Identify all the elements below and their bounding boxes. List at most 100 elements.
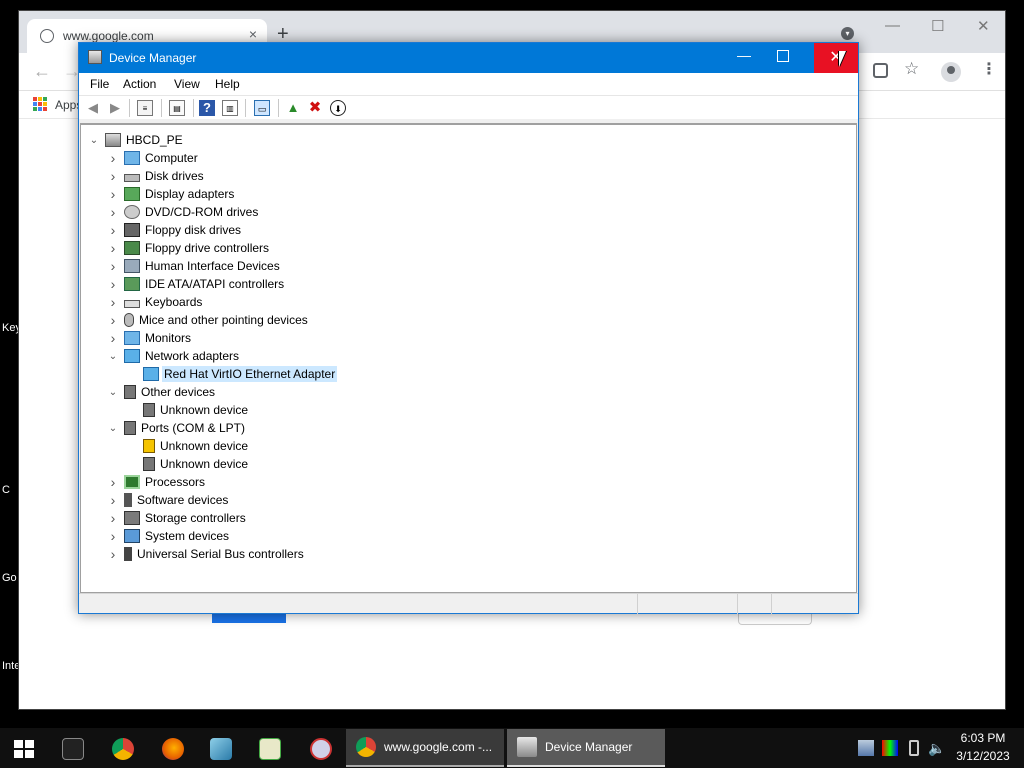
chevron-down-icon[interactable]: ⌄ [106, 387, 120, 398]
port-icon [143, 457, 155, 471]
explorer-icon[interactable] [210, 738, 232, 760]
network-adapter-icon [124, 349, 140, 363]
chevron-right-icon[interactable]: › [106, 510, 120, 526]
tree-item[interactable]: › Keyboards [106, 293, 203, 311]
tree-item[interactable]: › Human Interface Devices [106, 257, 280, 275]
apps-grid-icon[interactable] [33, 97, 47, 111]
chevron-right-icon[interactable]: › [106, 222, 120, 238]
chevron-down-icon[interactable]: ⌄ [87, 135, 101, 146]
properties-list-icon[interactable]: ≡ [137, 100, 153, 116]
update-driver-icon[interactable]: ▲ [285, 100, 301, 116]
taskbar: www.google.com -... Device Manager 🔈 6:0… [0, 728, 1024, 768]
tree-item[interactable]: › Floppy drive controllers [106, 239, 269, 257]
display-adapter-icon [124, 187, 140, 201]
chevron-right-icon[interactable]: › [106, 312, 120, 328]
chevron-right-icon[interactable]: › [106, 528, 120, 544]
taskbar-device-manager-button[interactable]: Device Manager [507, 729, 665, 767]
back-icon[interactable]: ◀ [85, 100, 101, 116]
tree-item[interactable]: Unknown device [125, 455, 248, 473]
tree-item[interactable]: › Monitors [106, 329, 191, 347]
desktop-icon-label: C [2, 484, 10, 496]
chevron-right-icon[interactable]: › [106, 546, 120, 562]
minimize-button[interactable]: — [731, 47, 757, 69]
chevron-down-icon[interactable]: ⌄ [106, 351, 120, 362]
usb-tray-icon[interactable] [909, 740, 919, 756]
chrome-maximize-icon[interactable]: ☐ [931, 17, 944, 35]
extensions-icon[interactable] [873, 63, 888, 78]
chrome-icon[interactable] [112, 738, 134, 760]
tab-search-icon[interactable]: ▾ [841, 27, 854, 40]
tree-item-label: Disk drives [145, 169, 204, 183]
bookmark-star-icon[interactable]: ☆ [904, 59, 919, 79]
chevron-right-icon[interactable]: › [106, 258, 120, 274]
tree-item[interactable]: ⌄ Network adapters [106, 347, 239, 365]
chevron-right-icon[interactable]: › [106, 330, 120, 346]
mouse-icon [124, 313, 134, 327]
windows-start-icon[interactable] [14, 740, 34, 758]
tree-item[interactable]: › Storage controllers [106, 509, 246, 527]
tree-item[interactable]: › Universal Serial Bus controllers [106, 545, 304, 563]
chrome-minimize-icon[interactable]: — [885, 17, 900, 34]
forward-icon[interactable]: ▶ [107, 100, 123, 116]
close-button[interactable]: ✕ [814, 43, 858, 73]
menu-action[interactable]: Action [123, 77, 156, 91]
chrome-menu-icon[interactable]: ⋮ [981, 59, 997, 79]
volume-muted-icon[interactable]: 🔈 [928, 740, 945, 756]
chevron-right-icon[interactable]: › [106, 186, 120, 202]
update-list-icon[interactable]: ▥ [222, 100, 238, 116]
chevron-right-icon[interactable]: › [106, 150, 120, 166]
tree-item[interactable]: ⌄ Other devices [106, 383, 215, 401]
menu-file[interactable]: File [90, 77, 109, 91]
tree-item[interactable]: Unknown device [125, 401, 248, 419]
chevron-right-icon[interactable]: › [106, 276, 120, 292]
tools-icon[interactable] [310, 738, 332, 760]
chevron-right-icon[interactable]: › [106, 294, 120, 310]
tree-item[interactable]: › Software devices [106, 491, 229, 509]
chevron-right-icon[interactable]: › [106, 240, 120, 256]
menu-view[interactable]: View [174, 77, 200, 91]
disable-device-icon[interactable]: ⬇ [330, 100, 346, 116]
network-tray-icon[interactable] [858, 740, 874, 756]
menu-help[interactable]: Help [215, 77, 240, 91]
tree-item[interactable]: Unknown device [125, 437, 248, 455]
taskbar-chrome-button[interactable]: www.google.com -... [346, 729, 504, 767]
terminal-icon[interactable] [62, 738, 84, 760]
chevron-right-icon[interactable]: › [106, 204, 120, 220]
tree-item[interactable]: › Disk drives [106, 167, 204, 185]
tree-item[interactable]: › DVD/CD-ROM drives [106, 203, 259, 221]
clock-time: 6:03 PM [960, 731, 1006, 745]
chrome-close-icon[interactable]: ✕ [977, 17, 990, 35]
chevron-right-icon[interactable]: › [106, 168, 120, 184]
back-arrow-icon[interactable]: ← [33, 61, 51, 82]
monitor-icon [124, 151, 140, 165]
tree-item[interactable]: › System devices [106, 527, 229, 545]
firefox-icon[interactable] [162, 738, 184, 760]
tree-item[interactable]: › Display adapters [106, 185, 235, 203]
scan-hardware-icon[interactable]: ▭ [254, 100, 270, 116]
chevron-right-icon[interactable]: › [106, 474, 120, 490]
hid-icon [124, 259, 140, 273]
profile-avatar-icon[interactable] [941, 62, 961, 82]
tree-item[interactable]: › Floppy disk drives [106, 221, 241, 239]
task-manager-icon[interactable] [259, 738, 281, 760]
tree-item[interactable]: › Mice and other pointing devices [106, 311, 308, 329]
chevron-right-icon[interactable]: › [106, 492, 120, 508]
tree-item[interactable]: ⌄ HBCD_PE [87, 131, 183, 149]
globe-icon [40, 29, 54, 43]
tab-close-icon[interactable]: × [249, 26, 257, 42]
chevron-down-icon[interactable]: ⌄ [106, 423, 120, 434]
tree-item-label: IDE ATA/ATAPI controllers [145, 277, 285, 291]
tree-item[interactable]: › Computer [106, 149, 198, 167]
tree-item[interactable]: ⌄ Ports (COM & LPT) [106, 419, 245, 437]
help-icon[interactable]: ? [199, 100, 215, 116]
system-clock[interactable]: 6:03 PM 3/12/2023 [952, 731, 1014, 763]
title-bar[interactable]: Device Manager — ✕ [79, 43, 858, 73]
tree-item-label: Ports (COM & LPT) [141, 421, 246, 435]
uninstall-icon[interactable]: ✖ [307, 100, 323, 116]
tree-item[interactable]: Red Hat VirtIO Ethernet Adapter [125, 365, 338, 383]
tree-item[interactable]: › Processors [106, 473, 205, 491]
details-icon[interactable]: ▤ [169, 100, 185, 116]
display-tray-icon[interactable] [882, 740, 898, 756]
tree-item[interactable]: › IDE ATA/ATAPI controllers [106, 275, 285, 293]
maximize-button[interactable] [777, 50, 789, 62]
